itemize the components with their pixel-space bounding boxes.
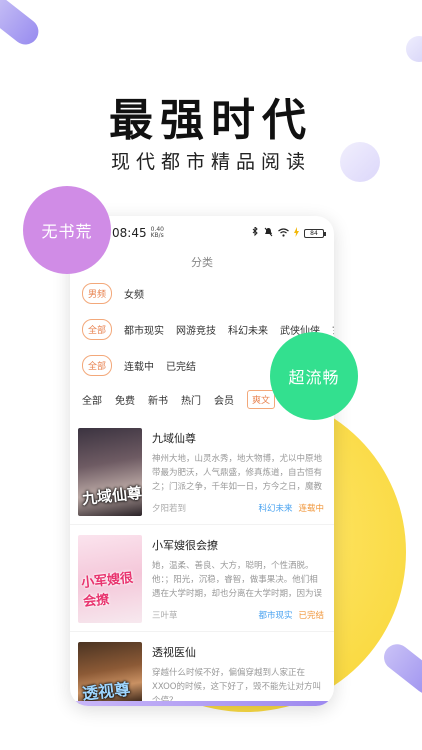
book-description: 她，温柔、善良、大方，聪明，个性洒脱。他：；阳光，沉稳，睿智，做事果决。他们相遇… xyxy=(152,561,323,599)
book-genre-tag: 科幻未来 xyxy=(258,504,293,514)
filter-sort-new[interactable]: 新书 xyxy=(148,392,168,407)
book-item[interactable]: 小军嫂很会撩 小军嫂很会撩 她，温柔、善良、大方，聪明，个性洒脱。他：；阳光，沉… xyxy=(70,524,334,631)
book-list: 九域仙尊 九域仙尊 神州大地，山灵水秀，地大物博，尤以中原地带最为肥沃，人气鼎盛… xyxy=(70,420,334,706)
charging-icon xyxy=(294,226,299,240)
promo-headline: 最强时代 xyxy=(109,95,313,146)
filter-genre-fantasy[interactable]: 玄幻 xyxy=(332,322,334,337)
book-meta: 夕阳若到 科幻未来 连载中 xyxy=(152,502,324,514)
network-speed: 0.40 KB/s xyxy=(151,227,164,239)
no-book-shortage-label: 无书荒 xyxy=(41,222,93,241)
decorative-pill-bottom-right xyxy=(378,639,422,699)
book-cover-text: 小军嫂很会撩 xyxy=(80,570,134,611)
book-cover-text: 九域仙尊 xyxy=(81,483,142,509)
filter-status-ongoing[interactable]: 连载中 xyxy=(124,358,154,373)
book-tags: 科幻未来 连载中 xyxy=(258,502,324,514)
filter-status-completed[interactable]: 已完结 xyxy=(166,358,196,373)
filter-genre-urban[interactable]: 都市现实 xyxy=(124,322,164,337)
book-cover-text: 透视尊 xyxy=(81,679,132,704)
wifi-icon xyxy=(278,226,289,240)
book-title[interactable]: 九域仙尊 xyxy=(152,430,324,446)
filter-status-all[interactable]: 全部 xyxy=(82,354,113,376)
filter-sort-shuangwen[interactable]: 爽文 xyxy=(247,389,276,409)
book-cover[interactable]: 透视尊 xyxy=(78,642,142,704)
book-author: 三叶草 xyxy=(152,611,178,621)
book-info: 九域仙尊 神州大地，山灵水秀，地大物博，尤以中原地带最为肥沃，人气鼎盛，修真炼道… xyxy=(152,428,324,516)
book-info: 透视医仙 穿越什么时候不好，偏偏穿越到人家正在XXOO的时候，这下好了，毁不能先… xyxy=(152,642,324,706)
book-author: 夕阳若到 xyxy=(152,504,187,514)
super-smooth-bubble: 超流畅 xyxy=(270,332,358,420)
filter-genre-all[interactable]: 全部 xyxy=(82,318,113,340)
book-genre-tag: 都市现实 xyxy=(258,611,293,621)
filter-gender-male[interactable]: 男频 xyxy=(82,282,113,304)
promo-subheadline: 现代都市精品阅读 xyxy=(110,151,311,173)
book-title[interactable]: 透视医仙 xyxy=(152,644,324,660)
book-description: 穿越什么时候不好，偏偏穿越到人家正在XXOO的时候，这下好了，毁不能先让对方叫个… xyxy=(152,668,321,706)
decorative-dot-top-right xyxy=(406,36,422,62)
book-item[interactable]: 透视尊 透视医仙 穿越什么时候不好，偏偏穿越到人家正在XXOO的时候，这下好了，… xyxy=(70,631,334,706)
network-speed-unit: KB/s xyxy=(150,232,164,239)
book-status-tag: 连载中 xyxy=(298,504,324,514)
book-status-tag: 已完结 xyxy=(298,611,324,621)
page-title: 分类 xyxy=(191,256,213,269)
book-tags: 都市现实 已完结 xyxy=(258,609,324,621)
status-icons: 84 xyxy=(251,225,326,240)
phone-screen: 08:45 0.40 KB/s 84 分类 男频 女频 全部 都市现实 网游竞技… xyxy=(70,216,334,706)
filter-sort-all[interactable]: 全部 xyxy=(82,392,102,407)
filter-sort-vip[interactable]: 会员 xyxy=(214,392,234,407)
book-title[interactable]: 小军嫂很会撩 xyxy=(152,537,324,553)
battery-level: 84 xyxy=(310,229,318,237)
no-book-shortage-bubble: 无书荒 xyxy=(23,186,111,274)
bluetooth-icon xyxy=(251,225,259,240)
book-cover[interactable]: 小军嫂很会撩 xyxy=(78,535,142,623)
book-description: 神州大地，山灵水秀，地大物博，尤以中原地带最为肥沃，人气鼎盛，修真炼道，自古恒有… xyxy=(152,454,323,492)
status-time: 08:45 xyxy=(112,226,147,240)
decorative-pill-top-left xyxy=(0,0,44,50)
filter-sort-hot[interactable]: 热门 xyxy=(181,392,201,407)
filter-genre-gaming[interactable]: 网游竞技 xyxy=(176,322,216,337)
filter-sort-free[interactable]: 免费 xyxy=(115,392,135,407)
battery-icon: 84 xyxy=(304,228,326,238)
book-meta: 三叶草 都市现实 已完结 xyxy=(152,609,324,621)
book-info: 小军嫂很会撩 她，温柔、善良、大方，聪明，个性洒脱。他：；阳光，沉稳，睿智，做事… xyxy=(152,535,324,623)
gender-filter-row: 男频 女频 xyxy=(70,278,334,308)
book-item[interactable]: 九域仙尊 九域仙尊 神州大地，山灵水秀，地大物博，尤以中原地带最为肥沃，人气鼎盛… xyxy=(70,420,334,524)
book-cover[interactable]: 九域仙尊 xyxy=(78,428,142,516)
filter-gender-female[interactable]: 女频 xyxy=(124,286,144,301)
super-smooth-label: 超流畅 xyxy=(288,368,340,387)
filter-genre-scifi[interactable]: 科幻未来 xyxy=(228,322,268,337)
phone-bottom-bar xyxy=(70,701,334,706)
mute-bell-icon xyxy=(264,226,273,240)
